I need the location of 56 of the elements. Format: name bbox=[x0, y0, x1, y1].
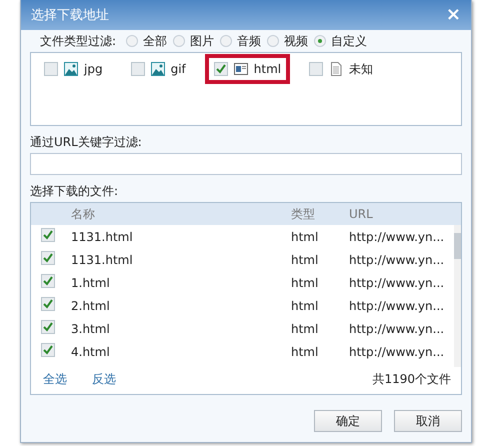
window-icon bbox=[234, 62, 248, 76]
file-type-label: gif bbox=[170, 62, 186, 76]
radio-option[interactable]: 音频 bbox=[220, 32, 262, 50]
table-cell-text: 1131.html bbox=[71, 252, 134, 266]
scrollbar[interactable] bbox=[454, 225, 461, 367]
link[interactable]: 全选 bbox=[43, 371, 67, 388]
table-cell-text: html bbox=[291, 344, 320, 358]
checkbox[interactable] bbox=[41, 297, 55, 311]
table-cell-text: html bbox=[291, 298, 320, 312]
table-cell-text: 3.html bbox=[71, 322, 111, 336]
window-title: 选择下载地址 bbox=[31, 7, 109, 24]
table-cell-text: html bbox=[291, 252, 320, 266]
radio-option[interactable]: 自定义 bbox=[314, 32, 368, 50]
checkbox[interactable] bbox=[41, 251, 55, 265]
checkbox[interactable] bbox=[41, 320, 55, 334]
link[interactable]: 反选 bbox=[92, 371, 116, 388]
table-cell: http://www.yn... bbox=[349, 230, 444, 244]
checkbox[interactable] bbox=[41, 228, 55, 242]
section-label: 选择下载的文件: bbox=[30, 183, 120, 199]
checkbox[interactable] bbox=[130, 62, 145, 76]
file-type-label: 未知 bbox=[349, 60, 374, 78]
table-cell-text: 1131.html bbox=[71, 230, 134, 244]
column-header: 类型 bbox=[291, 206, 316, 222]
table-cell: http://www.yn... bbox=[349, 322, 444, 336]
checkbox[interactable] bbox=[44, 62, 58, 76]
field-label: 通过URL关键字过滤: bbox=[30, 134, 143, 150]
image-icon bbox=[64, 62, 78, 76]
dialog-button[interactable]: 取消 bbox=[394, 410, 462, 432]
table-cell-text: html bbox=[291, 322, 320, 336]
table-cell-text: 1.html bbox=[71, 276, 111, 290]
table-cell-text: 2.html bbox=[71, 298, 111, 312]
table-cell-text: html bbox=[291, 276, 320, 290]
column-header: 名称 bbox=[71, 206, 96, 222]
radio-option[interactable]: 全部 bbox=[126, 32, 168, 50]
image-icon bbox=[150, 62, 165, 76]
dialog-button[interactable]: 确定 bbox=[314, 410, 382, 432]
file-type-label: html bbox=[254, 62, 282, 76]
table-cell-text: html bbox=[291, 230, 320, 244]
radio-option[interactable]: 视频 bbox=[267, 32, 308, 50]
radio-option[interactable]: 图片 bbox=[173, 32, 214, 50]
checkbox[interactable] bbox=[41, 274, 55, 288]
table-cell: http://www.yn... bbox=[349, 344, 444, 358]
table-cell-text: 4.html bbox=[71, 344, 111, 358]
table-cell: http://www.yn... bbox=[349, 298, 444, 312]
document-icon bbox=[329, 62, 344, 76]
file-type-label: jpg bbox=[84, 62, 103, 76]
checkbox[interactable] bbox=[41, 343, 55, 357]
file-count: 共1190个文件 bbox=[372, 371, 451, 388]
checkbox[interactable] bbox=[309, 62, 324, 76]
table-cell: http://www.yn... bbox=[349, 276, 444, 290]
scroll-thumb[interactable] bbox=[454, 233, 461, 259]
input-field[interactable] bbox=[30, 153, 462, 175]
checkbox[interactable] bbox=[214, 62, 228, 76]
filter-label: 文件类型过滤: bbox=[40, 32, 116, 50]
column-header: URL bbox=[349, 207, 373, 221]
table-cell: http://www.yn... bbox=[349, 252, 444, 266]
